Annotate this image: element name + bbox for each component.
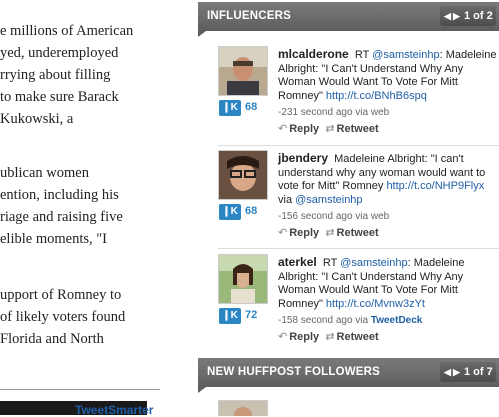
article-line: riage and raising five bbox=[0, 209, 123, 225]
chevron-right-icon[interactable]: ▶ bbox=[453, 367, 460, 378]
article-line: rrying about filling bbox=[0, 67, 111, 83]
tweet-prefix: RT bbox=[354, 49, 373, 61]
avatar[interactable] bbox=[218, 254, 268, 304]
reply-button[interactable]: Reply bbox=[289, 227, 319, 239]
tweet-item: ❙K 72 aterkel RT @samsteinhp: Madeleine … bbox=[218, 254, 499, 346]
followers-header: NEW HUFFPOST FOLLOWERS ◀ ▶ 1 of 7 bbox=[198, 358, 499, 387]
klout-logo-icon: ❙K bbox=[219, 100, 241, 116]
klout-logo-icon: ❙K bbox=[219, 204, 241, 220]
tweet-username[interactable]: aterkel bbox=[278, 255, 317, 269]
article-line: Florida and North bbox=[0, 331, 104, 347]
tweet-timestamp: -231 second ago via web bbox=[278, 107, 390, 118]
tweet-timestamp: -156 second ago via web bbox=[278, 211, 390, 222]
tweet-prefix: RT bbox=[322, 257, 341, 269]
reply-arrow-icon: ↶ bbox=[278, 227, 288, 239]
tweet-meta: -231 second ago via web bbox=[278, 107, 389, 118]
avatar[interactable] bbox=[218, 150, 268, 200]
tweet-item: ❙K 68 mlcalderone RT @samsteinhp: Madele… bbox=[218, 46, 499, 138]
tweet-text: jbendery Madeleine Albright: "I can't un… bbox=[278, 151, 499, 207]
retweet-icon: ⇄ bbox=[325, 123, 335, 135]
article-line: Kukowski, a bbox=[0, 111, 74, 127]
article-line: to make sure Barack bbox=[0, 89, 119, 105]
tweet-source-link[interactable]: TweetDeck bbox=[371, 315, 423, 326]
tweet-username[interactable]: mlcalderone bbox=[278, 47, 349, 61]
influencers-header: INFLUENCERS ◀ ▶ 1 of 2 bbox=[198, 2, 499, 31]
influencers-pager: ◀ ▶ 1 of 2 bbox=[440, 6, 496, 26]
article-line: ublican women bbox=[0, 165, 89, 181]
influencers-title: INFLUENCERS bbox=[207, 10, 291, 22]
tweet-link[interactable]: http://t.co/Mvnw3zYt bbox=[326, 298, 425, 310]
klout-logo-icon: ❙K bbox=[219, 308, 241, 324]
article-line: of likely voters found bbox=[0, 309, 126, 325]
followers-title: NEW HUFFPOST FOLLOWERS bbox=[207, 366, 381, 378]
retweet-icon: ⇄ bbox=[325, 331, 335, 343]
sidebar: INFLUENCERS ◀ ▶ 1 of 2 ❙K 68 mlcalderone… bbox=[198, 0, 499, 416]
retweet-button[interactable]: Retweet bbox=[337, 227, 379, 239]
tweet-via: via bbox=[278, 193, 296, 206]
tweet-link[interactable]: http://t.co/NHP9Flyx bbox=[386, 180, 484, 192]
tweet-timestamp: -158 second ago via bbox=[278, 315, 371, 326]
followers-page-indicator: 1 of 7 bbox=[464, 366, 493, 378]
tweet-mention[interactable]: @samsteinhp bbox=[340, 257, 407, 269]
chevron-left-icon[interactable]: ◀ bbox=[444, 367, 451, 378]
retweet-button[interactable]: Retweet bbox=[337, 331, 379, 343]
reply-arrow-icon: ↶ bbox=[278, 331, 288, 343]
retweet-icon: ⇄ bbox=[325, 227, 335, 239]
reply-button[interactable]: Reply bbox=[289, 331, 319, 343]
tweet-mention[interactable]: @samsteinhp bbox=[295, 194, 362, 206]
tweet-separator bbox=[218, 248, 499, 249]
klout-score[interactable]: ❙K 68 bbox=[218, 204, 266, 220]
article-text: e millions of American yed, underemploye… bbox=[0, 0, 160, 415]
article-line: upport of Romney to bbox=[0, 287, 122, 303]
retweet-button[interactable]: Retweet bbox=[337, 123, 379, 135]
tweet-item: ❙K 68 jbendery Madeleine Albright: "I ca… bbox=[218, 150, 499, 242]
article-line: yed, underemployed bbox=[0, 45, 119, 61]
influencers-page-indicator: 1 of 2 bbox=[464, 10, 493, 22]
tweet-actions: ↶ Reply ⇄ Retweet bbox=[278, 330, 379, 343]
avatar[interactable] bbox=[218, 46, 268, 96]
article-line: elible moments, "I bbox=[0, 231, 107, 247]
tweet-meta: -156 second ago via web bbox=[278, 211, 389, 222]
tweet-username[interactable]: jbendery bbox=[278, 151, 328, 165]
article-line: ention, including his bbox=[0, 187, 119, 203]
klout-score-value: 68 bbox=[245, 205, 258, 217]
klout-score-value: 72 bbox=[245, 309, 258, 321]
tweet-actions: ↶ Reply ⇄ Retweet bbox=[278, 226, 379, 239]
header-notch bbox=[198, 387, 206, 393]
reply-button[interactable]: Reply bbox=[289, 123, 319, 135]
klout-score[interactable]: ❙K 72 bbox=[218, 308, 266, 324]
tweet-link[interactable]: http://t.co/BNhB6spq bbox=[326, 90, 427, 102]
header-notch bbox=[198, 31, 206, 37]
tweet-text: mlcalderone RT @samsteinhp: Madeleine Al… bbox=[278, 47, 499, 103]
article-line: e millions of American bbox=[0, 23, 134, 39]
avatar[interactable] bbox=[218, 400, 268, 416]
tweet-text: aterkel RT @samsteinhp: Madeleine Albrig… bbox=[278, 255, 499, 311]
klout-score-value: 68 bbox=[245, 101, 258, 113]
chevron-left-icon[interactable]: ◀ bbox=[444, 11, 451, 22]
tweet-separator bbox=[218, 145, 499, 146]
tweet-mention[interactable]: @samsteinhp bbox=[372, 49, 439, 61]
followers-pager: ◀ ▶ 1 of 7 bbox=[440, 362, 496, 382]
tweet-meta: -158 second ago via TweetDeck bbox=[278, 315, 422, 326]
klout-score[interactable]: ❙K 68 bbox=[218, 100, 266, 116]
tweet-actions: ↶ Reply ⇄ Retweet bbox=[278, 122, 379, 135]
chevron-right-icon[interactable]: ▶ bbox=[453, 11, 460, 22]
reply-arrow-icon: ↶ bbox=[278, 123, 288, 135]
article-divider bbox=[0, 389, 160, 390]
